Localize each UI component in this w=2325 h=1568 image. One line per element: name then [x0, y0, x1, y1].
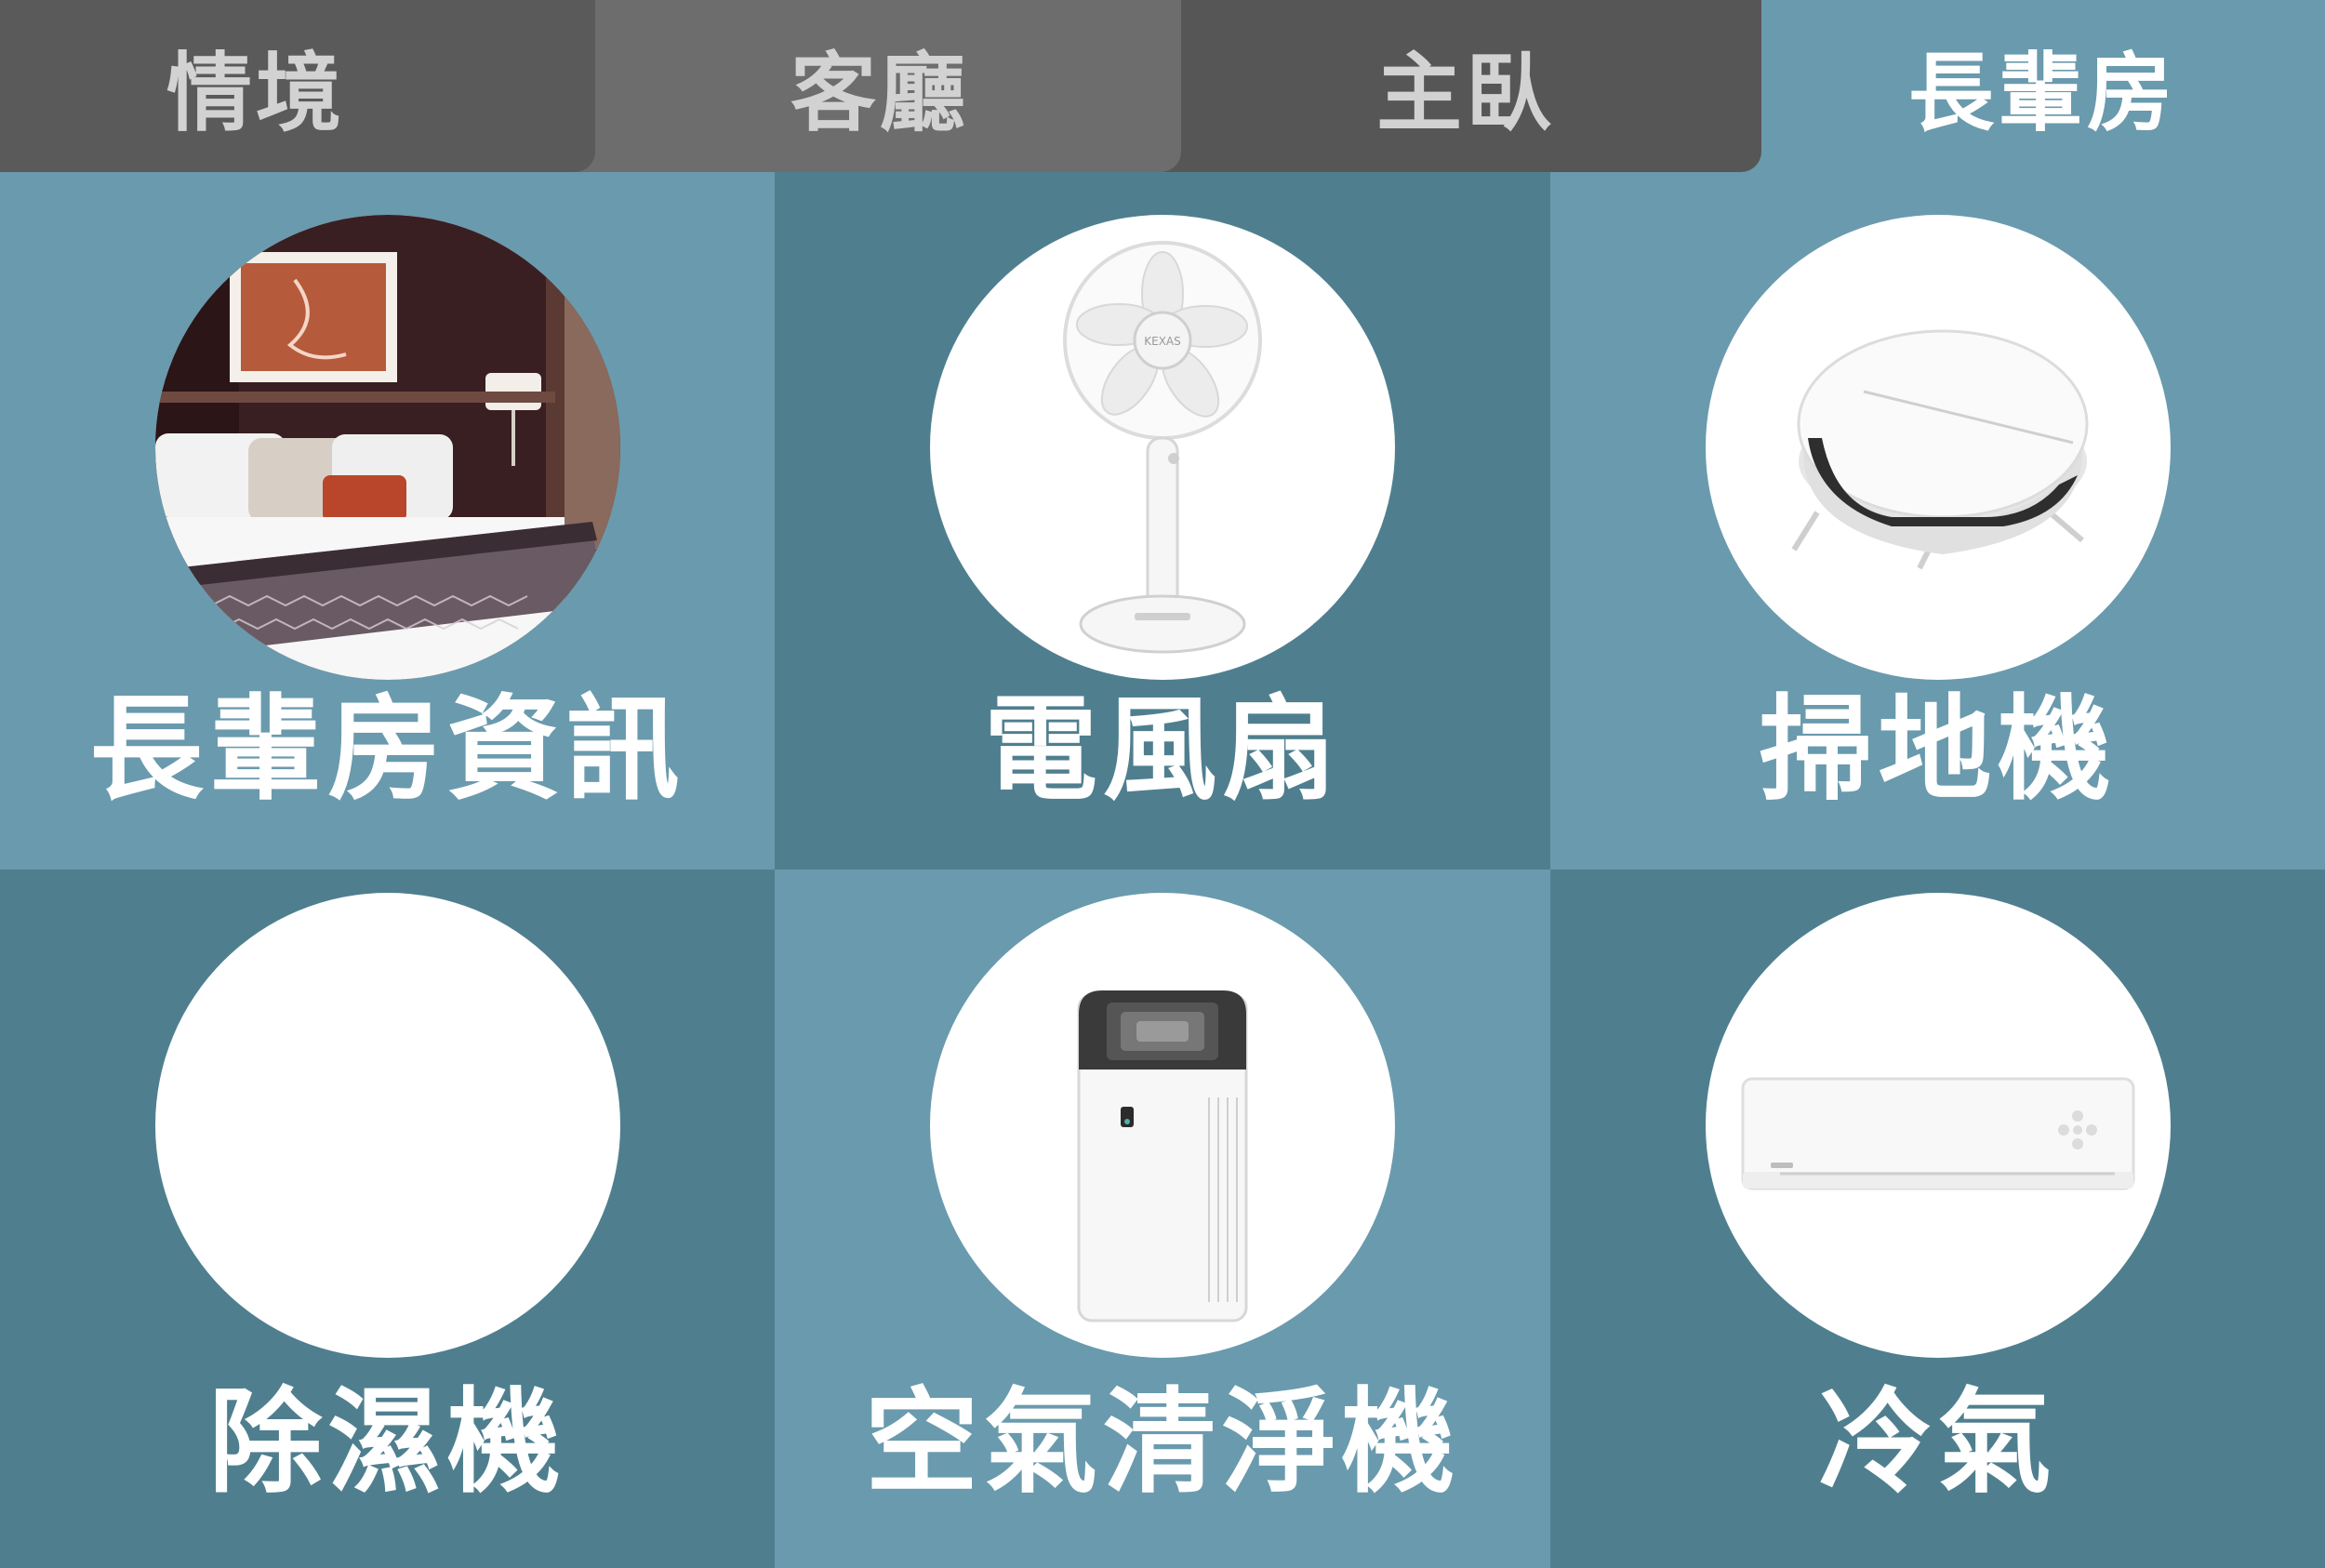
tile-label: 掃地機 [1759, 684, 2117, 816]
tab-label: 情境 [166, 44, 345, 143]
tab-living-room[interactable]: 客廳 [560, 0, 1181, 172]
device-grid: 長輩房資訊 KEXAS 電風扇 掃地機 除濕機 空氣清淨機 冷氣 [0, 172, 2325, 1568]
tile-air-conditioner[interactable]: 冷氣 [1550, 870, 2325, 1568]
tile-label: 冷氣 [1818, 1376, 2057, 1508]
tile-label: 電風扇 [984, 684, 1341, 816]
tab-elder-room[interactable]: 長輩房 [1722, 0, 2325, 172]
tile-robot-vacuum[interactable]: 掃地機 [1550, 172, 2325, 870]
room-tab-bar: 情境 客廳 主臥 長輩房 [0, 0, 2325, 172]
tab-master-bedroom[interactable]: 主臥 [1142, 0, 1761, 172]
tab-label: 主臥 [1375, 44, 1555, 143]
air-purifier-icon [930, 893, 1395, 1358]
svg-text:KEXAS: KEXAS [1144, 335, 1181, 348]
tile-electric-fan[interactable]: KEXAS 電風扇 [775, 172, 1550, 870]
tile-label: 長輩房資訊 [89, 684, 685, 816]
air-conditioner-icon [1705, 893, 2171, 1358]
dehumidifier-icon [154, 893, 620, 1358]
robot-vacuum-icon [1705, 215, 2171, 680]
bedroom-photo-icon [154, 215, 620, 680]
tab-scene[interactable]: 情境 [0, 0, 595, 172]
tile-label: 除濕機 [208, 1376, 566, 1508]
tab-label: 長輩房 [1907, 44, 2176, 143]
tab-label: 客廳 [790, 44, 969, 143]
electric-fan-icon: KEXAS [930, 215, 1395, 680]
tile-air-purifier[interactable]: 空氣清淨機 [775, 870, 1550, 1568]
tile-label: 空氣清淨機 [865, 1376, 1460, 1508]
tile-room-info[interactable]: 長輩房資訊 [0, 172, 775, 870]
tile-dehumidifier[interactable]: 除濕機 [0, 870, 775, 1568]
